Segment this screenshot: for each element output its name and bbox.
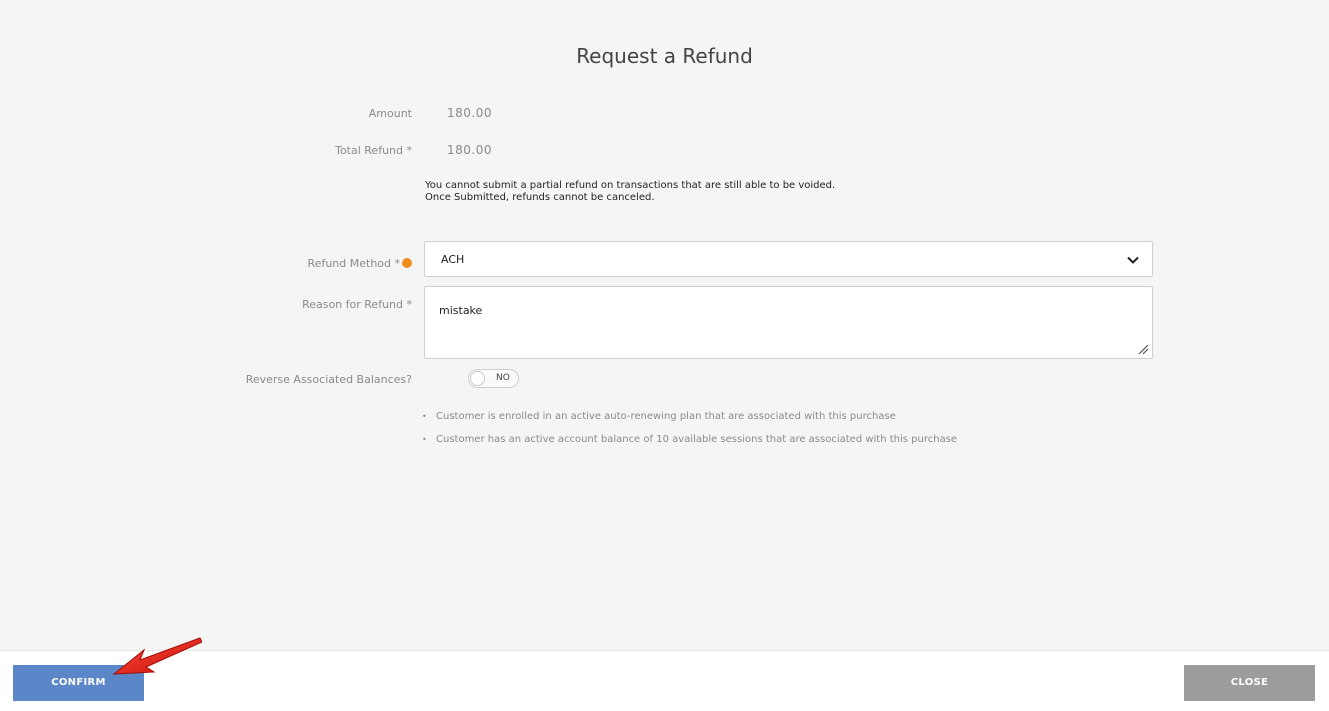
- list-item: Customer is enrolled in an active auto-r…: [422, 409, 957, 432]
- reason-label: Reason for Refund *: [302, 298, 412, 311]
- reverse-balances-label: Reverse Associated Balances?: [245, 373, 412, 386]
- notice-line-1: You cannot submit a partial refund on tr…: [425, 180, 836, 191]
- close-button[interactable]: CLOSE: [1184, 665, 1315, 701]
- chevron-down-icon: [1127, 256, 1139, 264]
- amount-value: 180.00: [447, 106, 492, 120]
- resize-handle-icon[interactable]: [1137, 343, 1149, 355]
- refund-method-select[interactable]: ACH: [424, 241, 1153, 277]
- toggle-knob: [470, 371, 485, 386]
- reason-textarea[interactable]: mistake: [424, 286, 1153, 359]
- page-title: Request a Refund: [576, 44, 753, 68]
- list-item: Customer has an active account balance o…: [422, 432, 957, 455]
- toggle-state-text: NO: [496, 373, 510, 383]
- notice-line-2: Once Submitted, refunds cannot be cancel…: [425, 192, 655, 203]
- refund-method-value: ACH: [441, 253, 465, 266]
- reverse-balances-toggle[interactable]: NO: [468, 369, 519, 388]
- total-refund-label: Total Refund *: [335, 144, 412, 157]
- warning-list: Customer is enrolled in an active auto-r…: [422, 409, 957, 455]
- total-refund-value: 180.00: [447, 143, 492, 157]
- refund-notice: You cannot submit a partial refund on tr…: [425, 180, 835, 204]
- red-arrow-icon: [112, 637, 202, 675]
- reason-value: mistake: [439, 304, 483, 317]
- amount-label: Amount: [368, 107, 412, 120]
- refund-method-label: Refund Method *: [307, 257, 400, 270]
- info-icon[interactable]: [402, 258, 412, 268]
- refund-method-label-row: Refund Method *: [0, 257, 412, 270]
